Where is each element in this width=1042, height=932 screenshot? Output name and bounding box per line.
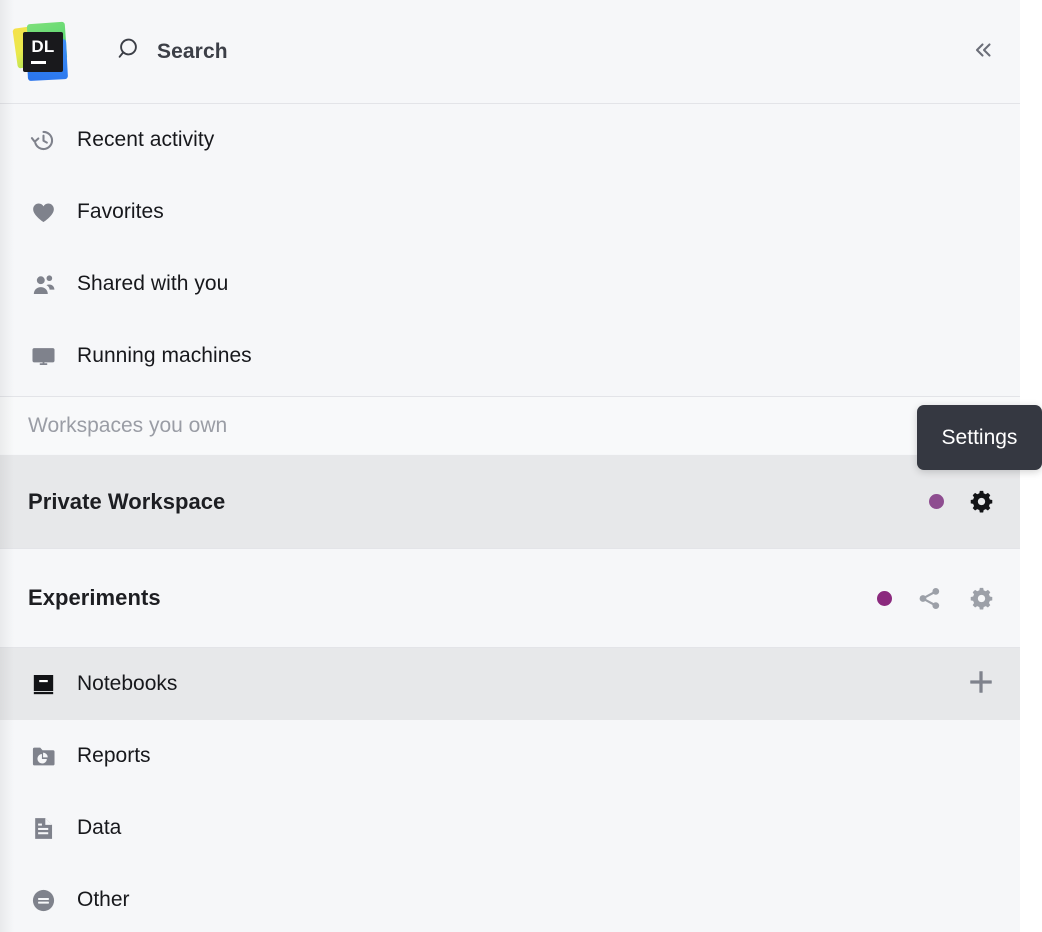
search-icon — [117, 36, 143, 67]
datalore-logo[interactable]: DL — [14, 23, 72, 81]
logo-badge: DL — [23, 32, 63, 72]
search-button[interactable]: Search — [117, 36, 228, 67]
gear-icon[interactable] — [966, 487, 996, 517]
share-icon[interactable] — [914, 583, 944, 613]
workspace-color-dot[interactable] — [877, 591, 892, 606]
sidebar-item-favorites[interactable]: Favorites — [0, 176, 1020, 248]
collapse-sidebar-button[interactable] — [966, 36, 1000, 68]
report-folder-icon — [28, 741, 58, 771]
datalore-sidebar-screen: DL Search — [0, 0, 1042, 932]
sidebar-item-reports[interactable]: Reports — [0, 720, 1020, 792]
workspace-row-private-workspace[interactable]: Private Workspace — [0, 455, 1020, 548]
workspace-actions — [929, 487, 996, 517]
logo-text: DL — [31, 37, 54, 57]
data-document-icon — [28, 813, 58, 843]
workspaces-section-header: Workspaces you own — [0, 397, 1020, 454]
settings-tooltip: Settings — [917, 405, 1042, 470]
sidebar-item-label: Data — [77, 816, 121, 840]
sidebar-item-label: Reports — [77, 744, 151, 768]
sidebar-item-label: Recent activity — [77, 128, 214, 152]
workspace-row-experiments[interactable]: Experiments — [0, 549, 1020, 647]
sidebar-item-label: Notebooks — [77, 672, 177, 696]
monitor-icon — [28, 341, 58, 371]
workspaces-section-label: Workspaces you own — [28, 414, 227, 438]
circle-equals-icon — [28, 885, 58, 915]
sidebar-item-label: Favorites — [77, 200, 164, 224]
workspace-color-dot[interactable] — [929, 494, 944, 509]
sidebar-header: DL Search — [0, 0, 1020, 104]
heart-icon — [28, 197, 58, 227]
search-label: Search — [157, 40, 228, 64]
sidebar-item-other[interactable]: Other — [0, 864, 1020, 932]
sidebar-item-data[interactable]: Data — [0, 792, 1020, 864]
add-notebook-button[interactable] — [966, 667, 996, 702]
sidebar-item-label: Running machines — [77, 344, 252, 368]
workspace-actions — [877, 583, 996, 613]
workspace-title: Private Workspace — [28, 489, 225, 515]
double-chevron-left-icon — [971, 38, 995, 67]
sidebar-item-label: Other — [77, 888, 130, 912]
sidebar-item-running-machines[interactable]: Running machines — [0, 320, 1020, 392]
sidebar-item-recent-activity[interactable]: Recent activity — [0, 104, 1020, 176]
sidebar-item-label: Shared with you — [77, 272, 228, 296]
history-clock-icon — [28, 125, 58, 155]
sidebar-item-notebooks[interactable]: Notebooks — [0, 648, 1020, 720]
sidebar-panel: DL Search — [0, 0, 1020, 932]
tooltip-label: Settings — [942, 426, 1018, 450]
sidebar-item-shared-with-you[interactable]: Shared with you — [0, 248, 1020, 320]
logo-underscore — [31, 61, 46, 64]
primary-nav: Recent activity Favorites — [0, 104, 1020, 392]
people-group-icon — [28, 269, 58, 299]
plus-icon — [966, 667, 996, 702]
workspace-title: Experiments — [28, 585, 161, 611]
book-icon — [28, 669, 58, 699]
gear-icon[interactable] — [966, 583, 996, 613]
